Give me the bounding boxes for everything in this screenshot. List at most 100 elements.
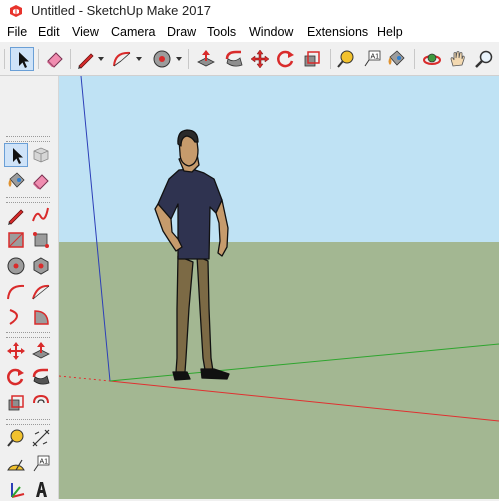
line-tool-button[interactable] <box>4 203 28 227</box>
eraser-icon <box>47 52 63 68</box>
zoom-tool-button[interactable] <box>472 47 496 71</box>
scale-icon <box>8 395 24 411</box>
text-tool-button[interactable]: A1 <box>29 452 53 476</box>
menu-window[interactable]: Window <box>249 25 293 39</box>
menu-extensions[interactable]: Extensions <box>307 25 368 39</box>
select-arrow-icon <box>13 148 23 164</box>
text-tool-button[interactable]: A1 <box>360 47 384 71</box>
follow-me-tool-button[interactable] <box>29 365 53 389</box>
move-icon <box>7 342 25 360</box>
two-point-arc-tool-button[interactable] <box>29 280 53 304</box>
paint-bucket-tool-button[interactable] <box>4 169 28 193</box>
svg-text:A1: A1 <box>40 459 49 466</box>
rotate-tool-button[interactable] <box>274 47 298 71</box>
ground-plane <box>59 242 499 499</box>
arc-icon <box>7 284 25 300</box>
text-icon: A1 <box>364 50 381 67</box>
menu-edit[interactable]: Edit <box>38 25 60 39</box>
menu-draw[interactable]: Draw <box>167 25 196 39</box>
tape-measure-tool-button[interactable] <box>334 47 358 71</box>
eraser-tool-button[interactable] <box>43 47 67 71</box>
line-tool-button[interactable] <box>74 47 98 71</box>
arc-tool-button[interactable] <box>110 47 134 71</box>
menu-camera[interactable]: Camera <box>111 25 155 39</box>
text-icon: A1 <box>33 455 50 472</box>
line-dropdown-icon[interactable] <box>98 56 104 62</box>
select-tool-button[interactable] <box>4 143 28 167</box>
move-tool-button[interactable] <box>248 47 272 71</box>
push-pull-tool-button[interactable] <box>194 47 218 71</box>
protractor-tool-button[interactable] <box>4 452 28 476</box>
menu-view[interactable]: View <box>72 25 99 39</box>
select-tool-button[interactable] <box>10 47 34 71</box>
rectangle-icon <box>8 232 24 248</box>
pan-hand-icon <box>450 51 465 67</box>
circle-icon <box>7 257 25 275</box>
select-arrow-icon <box>19 52 29 68</box>
menu-help[interactable]: Help <box>377 25 403 39</box>
follow-me-icon <box>225 50 243 67</box>
pie-tool-button[interactable] <box>29 305 53 329</box>
3d-text-tool-button[interactable] <box>29 477 53 501</box>
scale-icon <box>304 51 320 67</box>
drawing-viewport[interactable] <box>59 76 499 499</box>
rotated-rectangle-icon <box>33 232 49 248</box>
menu-file[interactable]: File <box>7 25 27 39</box>
paint-bucket-icon <box>388 50 405 66</box>
shapes-dropdown-icon[interactable] <box>176 56 182 62</box>
eraser-tool-button[interactable] <box>29 169 53 193</box>
move-tool-button[interactable] <box>4 339 28 363</box>
make-component-tool-button[interactable] <box>29 143 53 167</box>
arc-dropdown-icon[interactable] <box>136 56 142 62</box>
make-component-icon <box>33 147 49 163</box>
pan-tool-button[interactable] <box>446 47 470 71</box>
orbit-tool-button[interactable] <box>420 47 444 71</box>
menu-tools[interactable]: Tools <box>207 25 236 39</box>
orbit-icon <box>423 53 441 65</box>
freehand-icon <box>32 207 49 222</box>
svg-text:A1: A1 <box>371 54 380 61</box>
dimension-icon <box>32 429 50 447</box>
toolbar-grip[interactable] <box>6 136 50 142</box>
scale-tool-button[interactable] <box>4 391 28 415</box>
three-point-arc-tool-button[interactable] <box>4 305 28 329</box>
sketchup-logo-icon <box>8 3 24 19</box>
arc-tool-button[interactable] <box>4 280 28 304</box>
zoom-icon <box>475 50 493 68</box>
paint-bucket-tool-button[interactable] <box>384 47 408 71</box>
offset-tool-button[interactable] <box>29 391 53 415</box>
offset-icon <box>33 394 49 404</box>
axes-icon <box>11 483 25 498</box>
large-tool-set: A1 <box>0 76 59 499</box>
three-point-arc-icon <box>9 309 18 325</box>
rectangle-tool-button[interactable] <box>4 228 28 252</box>
window-title: Untitled - SketchUp Make 2017 <box>31 3 211 18</box>
menu-bar: File Edit View Camera Draw Tools Window … <box>0 22 499 42</box>
freehand-tool-button[interactable] <box>29 203 53 227</box>
rotate-icon <box>7 368 24 386</box>
scene-canvas[interactable] <box>59 76 499 499</box>
polygon-tool-button[interactable] <box>29 254 53 278</box>
push-pull-tool-button[interactable] <box>29 339 53 363</box>
axes-tool-button[interactable] <box>4 477 28 501</box>
follow-me-tool-button[interactable] <box>222 47 246 71</box>
paint-bucket-icon <box>8 172 25 188</box>
main-toolbar: A1 <box>0 43 499 76</box>
tape-measure-icon <box>337 50 354 68</box>
arc-icon <box>113 51 131 67</box>
push-pull-icon <box>32 342 50 359</box>
toolbar-grip[interactable] <box>4 49 5 69</box>
circle-tool-button[interactable] <box>4 254 28 278</box>
rotate-tool-button[interactable] <box>4 365 28 389</box>
tape-measure-icon <box>7 429 24 447</box>
tape-measure-tool-button[interactable] <box>4 426 28 450</box>
scale-tool-button[interactable] <box>300 47 324 71</box>
pie-icon <box>34 310 49 325</box>
rotated-rectangle-tool-button[interactable] <box>29 228 53 252</box>
3d-text-icon <box>36 482 47 497</box>
shapes-tool-button[interactable] <box>150 47 174 71</box>
dimension-tool-button[interactable] <box>29 426 53 450</box>
line-pencil-icon <box>8 209 24 225</box>
two-point-arc-icon <box>32 284 50 300</box>
polygon-icon <box>33 257 49 275</box>
